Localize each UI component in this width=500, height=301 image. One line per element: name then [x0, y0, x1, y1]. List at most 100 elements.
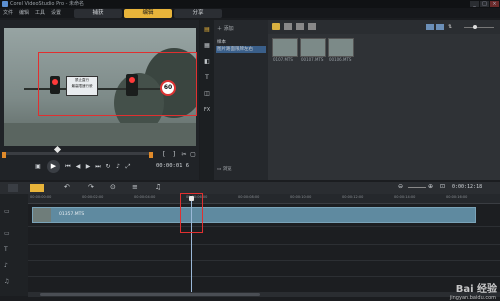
track-divider	[28, 260, 500, 261]
filter-icon[interactable]: FX	[203, 106, 211, 114]
transition-icon[interactable]: ◧	[203, 58, 211, 66]
ruler-label: 00:00:10:00	[290, 195, 312, 199]
snapshot-icon[interactable]: ▢	[189, 151, 197, 159]
track-divider	[28, 244, 500, 245]
music-track-icon[interactable]: ♫	[4, 278, 9, 285]
prev-frame-icon[interactable]: ◀	[74, 163, 82, 171]
ruler-label: 00:00:14:00	[394, 195, 416, 199]
thumb-size-handle[interactable]	[473, 25, 477, 29]
tab-edit-label: 编辑	[142, 10, 154, 16]
instant-project-icon[interactable]: ▦	[203, 42, 211, 50]
volume-icon[interactable]: ♪	[114, 163, 122, 171]
ruler-label: 00:00:12:00	[342, 195, 364, 199]
tab-capture[interactable]: 捕获	[74, 9, 122, 18]
ruler-label: 00:00:04:00	[134, 195, 156, 199]
library-toolbar: ⇅	[268, 20, 500, 34]
timeline-view-button[interactable]	[30, 184, 44, 192]
next-frame-icon[interactable]: ▶	[84, 163, 92, 171]
record-icon[interactable]: ⊙	[110, 183, 116, 191]
fit-project-icon[interactable]: ⊡	[440, 183, 445, 190]
title-bar: Corel VideoStudio Pro - 未命名 _ □ ×	[0, 0, 500, 8]
scrollbar-thumb[interactable]	[40, 293, 260, 296]
watermark-url: jingyan.baidu.com	[449, 295, 496, 301]
repeat-icon[interactable]: ↻	[104, 163, 112, 171]
media-thumbnail[interactable]	[300, 38, 326, 57]
tab-edit[interactable]: 编辑	[124, 9, 172, 18]
audio-mixer-icon[interactable]: ≡	[132, 183, 138, 191]
maximize-button[interactable]: □	[480, 1, 489, 7]
video-filter-icon[interactable]	[284, 23, 292, 30]
menu-file[interactable]: 文件	[3, 8, 13, 18]
zoom-in-icon[interactable]: ⊕	[428, 183, 433, 190]
track-headers: ▭ ▭ T ♪ ♫	[0, 194, 28, 296]
home-icon[interactable]: ⏮	[64, 163, 72, 171]
menu-tools[interactable]: 工具	[35, 8, 45, 18]
browse-label: 浏览	[222, 167, 232, 172]
thumb-view-icon[interactable]	[436, 24, 444, 30]
folder-icon[interactable]	[272, 23, 280, 30]
thumb-size-slider[interactable]	[464, 27, 494, 28]
add-folder-label: 添加	[223, 26, 234, 32]
mark-in-handle[interactable]	[2, 152, 6, 158]
window-title: Corel VideoStudio Pro - 未命名	[10, 1, 84, 7]
overlay-track-icon[interactable]: ▭	[4, 230, 10, 237]
track-divider	[28, 276, 500, 277]
fullscreen-icon[interactable]: ⤢	[124, 163, 132, 171]
video-clip[interactable]: 01357.MTS	[32, 207, 476, 223]
project-duration: 0:00:12:18	[452, 184, 483, 190]
track-divider	[28, 226, 500, 227]
highlight-box	[38, 52, 197, 116]
clip-thumbnail	[33, 208, 51, 222]
menu-settings[interactable]: 设置	[51, 8, 61, 18]
scrub-bar[interactable]	[4, 152, 152, 155]
browse-button[interactable]: ▭ 浏览	[217, 166, 232, 172]
redo-icon[interactable]: ↷	[88, 183, 94, 191]
mark-out-icon[interactable]: ]	[170, 151, 178, 159]
voice-track-icon[interactable]: ♪	[4, 262, 8, 269]
title-icon[interactable]: T	[203, 74, 211, 82]
ruler-label: 00:00:08:00	[238, 195, 260, 199]
timecode[interactable]: 00:00:01 6	[156, 163, 189, 169]
folder-item[interactable]: 样本	[217, 39, 226, 45]
auto-music-icon[interactable]: ♫	[155, 183, 161, 191]
list-view-icon[interactable]	[426, 24, 434, 30]
play-button[interactable]: ▶	[47, 160, 60, 173]
ruler-label: 00:00:16:00	[446, 195, 468, 199]
folder-item-selected[interactable]: 图片路面限牌左右	[216, 46, 266, 53]
video-track-icon[interactable]: ▭	[4, 208, 10, 215]
close-button[interactable]: ×	[490, 1, 499, 7]
media-icon[interactable]: ▤	[203, 26, 211, 34]
media-thumbnail[interactable]	[328, 38, 354, 57]
sort-icon[interactable]: ⇅	[448, 24, 454, 30]
zoom-slider[interactable]	[408, 187, 426, 188]
photo-filter-icon[interactable]	[296, 23, 304, 30]
app-icon	[2, 1, 8, 7]
clip-label: 01357.MTS	[59, 212, 85, 217]
cut-icon[interactable]: ✂	[180, 151, 188, 159]
zoom-out-icon[interactable]: ⊖	[398, 183, 403, 190]
timeline-toolbar: ↶ ↷ ⊙ ≡ ♫ ⊖ ⊕ ⊡ 0:00:12:18	[0, 182, 500, 194]
add-folder-button[interactable]: ＋ 添加	[217, 25, 234, 32]
tab-share[interactable]: 分享	[174, 9, 222, 18]
thumbnail-label: 00107.MTS	[301, 57, 324, 62]
title-track-icon[interactable]: T	[4, 246, 8, 253]
graphic-icon[interactable]: ◫	[203, 90, 211, 98]
tab-share-label: 分享	[192, 10, 204, 16]
thumbnail-label: 00106.MTS	[329, 57, 352, 62]
minimize-button[interactable]: _	[470, 1, 479, 7]
media-thumbnail[interactable]	[272, 38, 298, 57]
watermark-logo: Bai 经验	[455, 284, 497, 295]
project-mode-icon[interactable]: ▣	[34, 163, 42, 171]
undo-icon[interactable]: ↶	[64, 183, 70, 191]
thumbnail-label: 0107.MTS	[273, 57, 293, 62]
end-icon[interactable]: ⏭	[94, 163, 102, 171]
timeline-ruler[interactable]: 00:00:00:00 00:00:02:00 00:00:04:00 00:0…	[28, 194, 500, 204]
playhead-highlight-box	[180, 193, 203, 233]
audio-filter-icon[interactable]	[308, 23, 316, 30]
mark-in-icon[interactable]: [	[160, 151, 168, 159]
ruler-label: 00:00:00:00	[30, 195, 52, 199]
mark-out-handle[interactable]	[149, 152, 153, 158]
storyboard-view-button[interactable]	[8, 184, 18, 192]
ruler-label: 00:00:02:00	[82, 195, 104, 199]
menu-edit[interactable]: 编辑	[19, 8, 29, 18]
